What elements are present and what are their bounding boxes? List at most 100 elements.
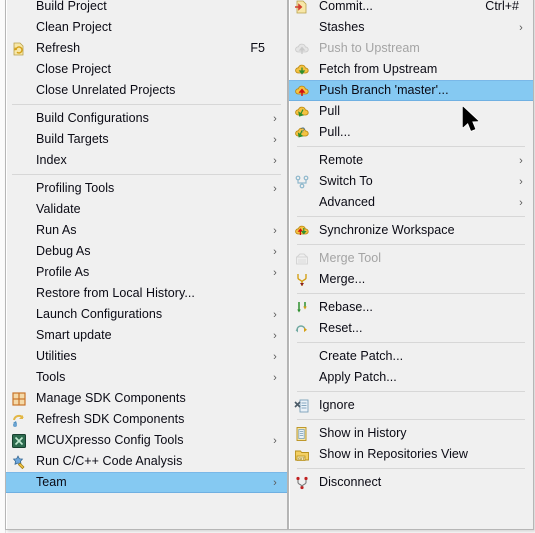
menu-item-refresh-sdk-components[interactable]: Refresh SDK Components — [6, 409, 287, 430]
menu-separator — [297, 391, 525, 392]
menu-item-build-configurations[interactable]: Build Configurations › — [6, 108, 287, 129]
menu-item-disconnect[interactable]: Disconnect — [289, 472, 533, 493]
menu-item-team[interactable]: Team › — [6, 472, 287, 493]
menu-separator — [297, 216, 525, 217]
menu-item-reset[interactable]: Reset... — [289, 318, 533, 339]
menu-item-mcuxpresso-config-tools[interactable]: MCUXpresso Config Tools › — [6, 430, 287, 451]
menu-item-apply-patch[interactable]: Apply Patch... — [289, 367, 533, 388]
menu-item-smart-update[interactable]: Smart update › — [6, 325, 287, 346]
menu-item-label: Create Patch... — [319, 349, 404, 363]
menu-separator — [297, 468, 525, 469]
chevron-right-icon: › — [273, 266, 277, 279]
menu-item-label: Ignore — [319, 398, 355, 412]
chevron-right-icon: › — [273, 434, 277, 447]
menu-item-label: Merge... — [319, 272, 366, 286]
menu-item-label: Commit... — [319, 0, 373, 13]
menu-item-label: Switch To — [319, 174, 373, 188]
screen: Build Project Clean Project Refresh F5 Close… — [0, 0, 535, 533]
switch-to-icon — [295, 175, 309, 188]
menu-item-launch-configurations[interactable]: Launch Configurations › — [6, 304, 287, 325]
menu-item-refresh[interactable]: Refresh F5 — [6, 38, 287, 59]
chevron-right-icon: › — [273, 308, 277, 321]
menu-item-remote[interactable]: Remote › — [289, 150, 533, 171]
menu-separator — [297, 342, 525, 343]
menu-separator — [297, 293, 525, 294]
menu-item-utilities[interactable]: Utilities › — [6, 346, 287, 367]
menu-item-index[interactable]: Index › — [6, 150, 287, 171]
menu-item-create-patch[interactable]: Create Patch... — [289, 346, 533, 367]
menu-item-rebase[interactable]: Rebase... — [289, 297, 533, 318]
menu-item-show-in-repositories-view[interactable]: GIT Show in Repositories View — [289, 444, 533, 465]
pull-options-icon: ? — [295, 127, 309, 137]
menu-item-label: Refresh — [36, 41, 81, 55]
menu-item-ignore[interactable]: Ignore — [289, 395, 533, 416]
menu-item-close-unrelated-projects[interactable]: Close Unrelated Projects — [6, 80, 287, 101]
chevron-right-icon: › — [519, 196, 523, 209]
chevron-right-icon: › — [273, 371, 277, 384]
menu-item-label: Pull... — [319, 125, 351, 139]
menu-item-label: Utilities — [36, 349, 77, 363]
menu-item-label: Launch Configurations — [36, 307, 163, 321]
config-tools-icon — [12, 433, 26, 448]
project-context-menu[interactable]: Build Project Clean Project Refresh F5 Close… — [5, 0, 288, 530]
menu-item-label: Refresh SDK Components — [36, 412, 185, 426]
chevron-right-icon: › — [273, 476, 277, 489]
menu-item-restore-from-local-history[interactable]: Restore from Local History... — [6, 283, 287, 304]
team-submenu[interactable]: Commit... Ctrl+# Stashes › Push to Upstream F… — [288, 0, 534, 530]
menu-item-label: Pull — [319, 104, 341, 118]
menu-item-stashes[interactable]: Stashes › — [289, 17, 533, 38]
menu-item-validate[interactable]: Validate — [6, 199, 287, 220]
menu-separator — [297, 146, 525, 147]
refresh-icon — [13, 42, 24, 55]
menu-item-show-in-history[interactable]: Show in History — [289, 423, 533, 444]
menu-item-synchronize-workspace[interactable]: Synchronize Workspace — [289, 220, 533, 241]
sdk-grid-icon — [12, 391, 26, 406]
menu-item-run-as[interactable]: Run As › — [6, 220, 287, 241]
menu-item-pull[interactable]: ? Pull... — [289, 122, 533, 143]
disconnect-icon — [296, 476, 308, 489]
menu-item-advanced[interactable]: Advanced › — [289, 192, 533, 213]
menu-item-manage-sdk-components[interactable]: Manage SDK Components — [6, 388, 287, 409]
menu-item-label: Show in History — [319, 426, 407, 440]
menu-item-clean-project[interactable]: Clean Project — [6, 17, 287, 38]
menu-item-label: Run As — [36, 223, 77, 237]
menu-item-push-to-upstream: Push to Upstream — [289, 38, 533, 59]
menu-item-commit[interactable]: Commit... Ctrl+# — [289, 0, 533, 17]
menu-item-switch-to[interactable]: Switch To › — [289, 171, 533, 192]
chevron-right-icon: › — [273, 154, 277, 167]
chevron-right-icon: › — [519, 21, 523, 34]
menu-item-label: Debug As — [36, 244, 91, 258]
chevron-right-icon: › — [273, 224, 277, 237]
menu-item-label: Profiling Tools — [36, 181, 115, 195]
chevron-right-icon: › — [273, 350, 277, 363]
menu-separator — [297, 419, 525, 420]
menu-item-profile-as[interactable]: Profile As › — [6, 262, 287, 283]
push-branch-icon — [295, 85, 309, 96]
menu-item-profiling-tools[interactable]: Profiling Tools › — [6, 178, 287, 199]
chevron-right-icon: › — [273, 245, 277, 258]
menu-item-merge-tool: Merge Tool — [289, 248, 533, 269]
menu-item-close-project[interactable]: Close Project — [6, 59, 287, 80]
menu-item-pull[interactable]: Pull — [289, 101, 533, 122]
history-icon — [296, 426, 307, 441]
menu-item-label: Tools — [36, 370, 66, 384]
menu-item-label: Synchronize Workspace — [319, 223, 455, 237]
menu-item-label: Reset... — [319, 321, 363, 335]
menu-item-label: Manage SDK Components — [36, 391, 186, 405]
menu-item-label: Smart update — [36, 328, 112, 342]
menu-item-label: Profile As — [36, 265, 90, 279]
menu-item-debug-as[interactable]: Debug As › — [6, 241, 287, 262]
menu-item-merge[interactable]: Merge... — [289, 269, 533, 290]
menu-item-label: Validate — [36, 202, 81, 216]
menu-item-push-branch-master[interactable]: Push Branch 'master'... — [289, 80, 533, 101]
chevron-right-icon: › — [273, 112, 277, 125]
menu-item-tools[interactable]: Tools › — [6, 367, 287, 388]
menu-item-label: Merge Tool — [319, 251, 382, 265]
fetch-upstream-icon — [295, 64, 309, 75]
menu-item-label: Close Project — [36, 62, 111, 76]
menu-item-fetch-from-upstream[interactable]: Fetch from Upstream — [289, 59, 533, 80]
menu-item-run-c-c-code-analysis[interactable]: Run C/C++ Code Analysis — [6, 451, 287, 472]
menu-item-build-targets[interactable]: Build Targets › — [6, 129, 287, 150]
menu-item-build-project[interactable]: Build Project — [6, 0, 287, 17]
reset-icon — [295, 324, 307, 332]
